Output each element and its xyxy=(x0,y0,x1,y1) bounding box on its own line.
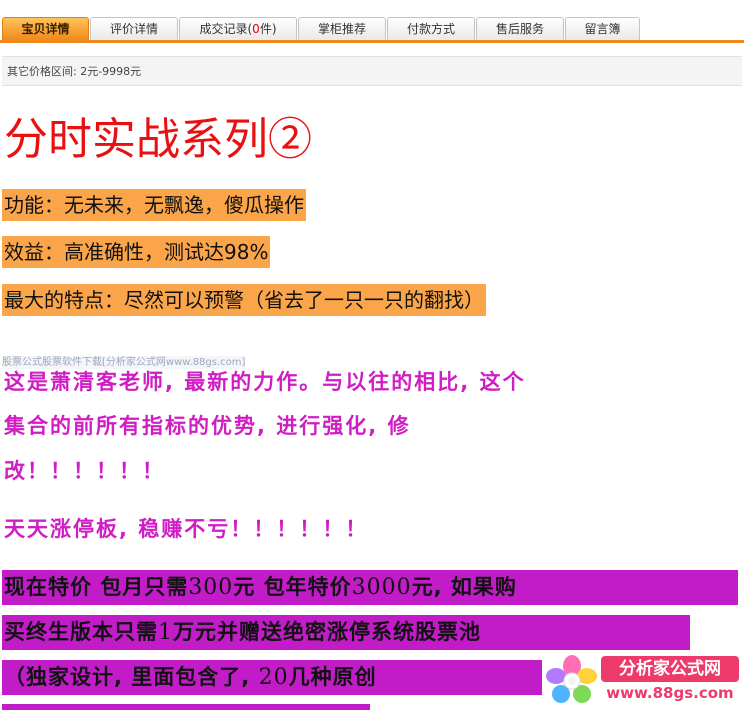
tab-transaction-records[interactable]: 成交记录(0件) xyxy=(179,17,297,40)
feature-highlight: 功能：无未来，无飘逸，傻瓜操作 xyxy=(2,189,306,221)
logo-title: 分析家公式网 xyxy=(601,656,739,682)
site-logo: 分析家公式网 www.88gs.com xyxy=(543,652,741,708)
flower-logo-icon xyxy=(546,655,597,703)
description-line: 集合的前所有指标的优势, 进行强化, 修 xyxy=(4,414,411,438)
tab-guestbook[interactable]: 留言簿 xyxy=(565,17,640,40)
offer-text: 买终生版本只需 xyxy=(4,620,158,644)
price-range-bar: 其它价格区间: 2元-9998元 xyxy=(2,56,742,86)
tab-shopkeeper-recommend[interactable]: 掌柜推荐 xyxy=(298,17,386,40)
yearly-price: 3000 xyxy=(351,575,412,600)
description-line: 改！！！！！！ xyxy=(4,459,165,483)
tab-label: 售后服务 xyxy=(495,22,544,36)
description-line: 这是萧清客老师, 最新的力作。与以往的相比, 这个 xyxy=(4,370,526,394)
tab-label: 留言簿 xyxy=(584,22,621,36)
offer-text: 万元并赠送绝密涨停系统股票池 xyxy=(173,620,481,644)
tab-after-sales[interactable]: 售后服务 xyxy=(476,17,564,40)
tab-item-details[interactable]: 宝贝详情 xyxy=(2,17,89,40)
tab-label: 掌柜推荐 xyxy=(317,22,366,36)
offer-text: 元 包年特价 xyxy=(233,575,352,599)
transaction-count: 0 xyxy=(252,22,260,36)
formula-count: 20 xyxy=(258,665,289,690)
page-title: 分时实战系列② xyxy=(4,114,312,165)
tab-reviews[interactable]: 评价详情 xyxy=(90,17,178,40)
logo-url: www.88gs.com xyxy=(606,684,734,702)
offer-line-4-fragment xyxy=(2,704,370,710)
benefit-highlight: 效益：高准确性，测试达98% xyxy=(2,236,271,268)
tab-label: 宝贝详情 xyxy=(21,22,70,36)
offer-text: 几种原创 xyxy=(288,665,377,689)
tab-payment-methods[interactable]: 付款方式 xyxy=(387,17,475,40)
offer-text: 现在特价 包月只需 xyxy=(4,575,189,599)
tab-label: 付款方式 xyxy=(406,22,455,36)
offer-line-3: （独家设计, 里面包含了, 20几种原创 xyxy=(2,660,542,695)
tab-label-suffix: 件) xyxy=(259,22,277,36)
tab-bar: 宝贝详情 评价详情 成交记录(0件) 掌柜推荐 付款方式 售后服务 留言簿 xyxy=(0,0,744,44)
lifetime-price: 1 xyxy=(158,620,173,645)
tab-underline xyxy=(0,40,744,43)
tab-label: 评价详情 xyxy=(109,22,158,36)
tab-label-prefix: 成交记录( xyxy=(199,22,253,36)
offer-line-1: 现在特价 包月只需300元 包年特价3000元, 如果购 xyxy=(2,570,738,605)
slogan-line: 天天涨停板, 稳赚不亏！！！！！！ xyxy=(4,517,369,541)
monthly-price: 300 xyxy=(188,575,234,600)
offer-text: 元, 如果购 xyxy=(411,575,517,599)
key-feature-highlight: 最大的特点：尽然可以预警（省去了一只一只的翻找） xyxy=(2,284,486,316)
offer-text: （独家设计, 里面包含了, xyxy=(4,665,259,689)
offer-line-2: 买终生版本只需1万元并赠送绝密涨停系统股票池 xyxy=(2,615,690,650)
